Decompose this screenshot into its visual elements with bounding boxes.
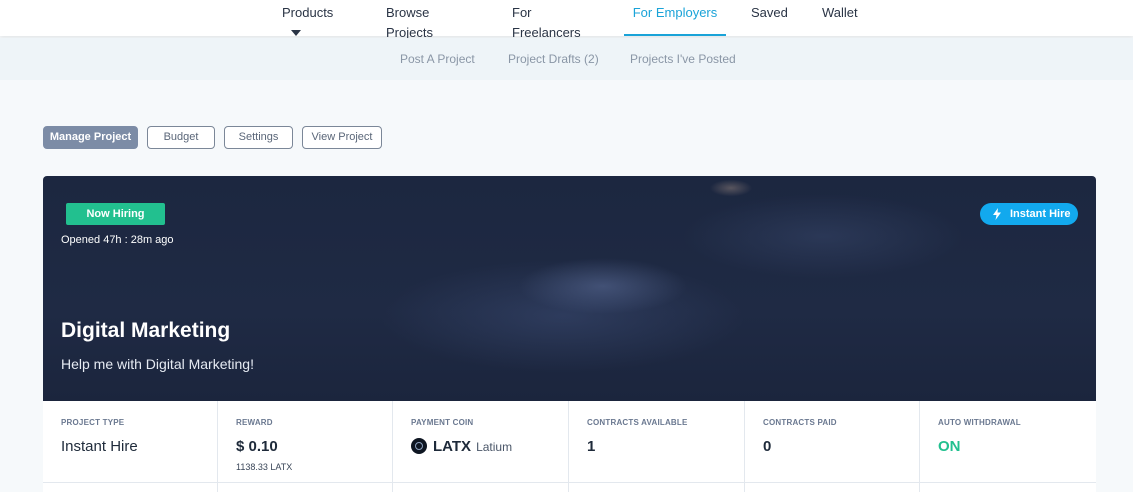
coin-name: Latium [476,440,513,454]
subnav-projects-posted[interactable]: Projects I've Posted [630,52,736,66]
stat-label: PAYMENT COIN [411,418,474,427]
project-stats: PROJECT TYPE Instant Hire REWARD $ 0.10 … [43,401,1096,492]
tab-view-project[interactable]: View Project [302,126,382,149]
nav-wallet[interactable]: Wallet [822,0,862,36]
project-subtitle: Help me with Digital Marketing! [61,356,254,372]
status-badge: Now Hiring [66,203,165,225]
project-hero-banner: Now Hiring Opened 47h : 28m ago Instant … [43,176,1096,401]
project-title: Digital Marketing [61,319,231,342]
subnav-project-drafts[interactable]: Project Drafts (2) [508,52,599,66]
coin-symbol: LATX [433,438,472,455]
stat-label: PROJECT TYPE [61,418,125,427]
stat-reward: REWARD $ 0.10 1138.33 LATX [218,401,393,492]
instant-hire-label: Instant Hire [1010,208,1071,220]
stat-value: 0 [763,438,772,455]
top-navigation: Products Browse Projects For Freelancers… [0,0,1133,40]
stat-payment-coin: PAYMENT COIN LATX Latium [393,401,569,492]
stat-label: CONTRACTS AVAILABLE [587,418,688,427]
tab-settings[interactable]: Settings [224,126,293,149]
nav-products-label: Products [282,5,334,20]
tab-budget[interactable]: Budget [147,126,215,149]
reward-latx-amount: 1138.33 LATX [236,462,293,472]
lightning-bolt-icon [993,208,1001,220]
subnav-post-project[interactable]: Post A Project [400,52,475,66]
stat-label: CONTRACTS PAID [763,418,837,427]
caret-down-icon [291,30,301,36]
nav-products[interactable]: Products [282,0,352,36]
nav-browse-projects[interactable]: Browse Projects [386,0,478,40]
stat-value: $ 0.10 [236,438,278,455]
stat-value: ON [938,438,961,455]
stat-value: Instant Hire [61,438,138,455]
nav-saved[interactable]: Saved [751,0,791,36]
tab-manage-project[interactable]: Manage Project [43,126,138,149]
stat-contracts-available: CONTRACTS AVAILABLE 1 [569,401,745,492]
stat-label: REWARD [236,418,273,427]
stat-label: AUTO WITHDRAWAL [938,418,1021,427]
nav-for-employers[interactable]: For Employers [624,0,726,36]
stat-auto-withdrawal: AUTO WITHDRAWAL ON [920,401,1096,492]
opened-time: Opened 47h : 28m ago [61,234,174,246]
stat-project-type: PROJECT TYPE Instant Hire [43,401,218,492]
nav-for-freelancers[interactable]: For Freelancers [512,0,602,40]
stat-value: 1 [587,438,596,455]
stat-contracts-paid: CONTRACTS PAID 0 [745,401,920,492]
latium-coin-icon [411,438,427,454]
instant-hire-badge[interactable]: Instant Hire [980,203,1078,225]
sub-navigation: Post A Project Project Drafts (2) Projec… [0,38,1133,80]
stat-value: LATX Latium [411,438,512,455]
